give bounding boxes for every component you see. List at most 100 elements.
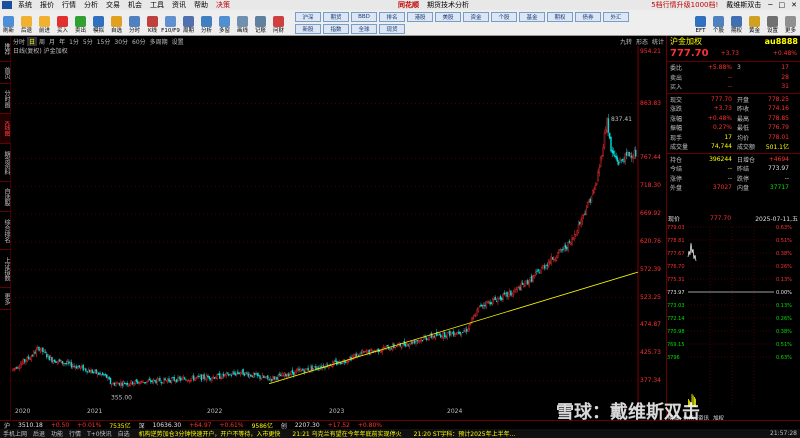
grid-hk[interactable]: 港股 — [407, 12, 433, 22]
settings-button[interactable]: 设置 — [764, 11, 781, 35]
journal-button[interactable]: 记账 — [252, 11, 269, 35]
bottom-watchlist[interactable]: 自选 — [115, 429, 133, 438]
ask-button[interactable]: 问财 — [270, 11, 287, 35]
period-30min[interactable]: 30分 — [112, 37, 130, 46]
trend-line[interactable] — [268, 271, 639, 385]
mini-timeshare-chart[interactable]: 779.03 0.63% 778.81 0.51% 777.67 0.38% 776.70 0… — [666, 223, 800, 411]
status-item: 3510.18 — [18, 421, 43, 429]
period-settings[interactable]: 设置 — [170, 37, 186, 46]
maximize-icon[interactable]: □ — [776, 1, 789, 9]
gold-button[interactable]: 黄金 — [746, 11, 763, 35]
mini-right-tick: 0.26% — [776, 264, 792, 270]
bottom-flash[interactable]: T+0快讯 — [84, 429, 115, 438]
menu-opportunity[interactable]: 机会 — [124, 0, 146, 10]
period-year[interactable]: 年 — [57, 37, 67, 46]
grid-ipo[interactable]: 新股 — [295, 24, 321, 34]
menu-tools[interactable]: 工具 — [146, 0, 168, 10]
promo-user[interactable]: 戴维斯双击 — [722, 0, 765, 10]
news-ticker-1[interactable]: 机构逆势加仓3分钟快速开户，开户不等待，入市更快 — [133, 429, 287, 438]
grid-bonds[interactable]: 债券 — [575, 12, 601, 22]
watchlist-button[interactable]: 自选 — [108, 11, 125, 35]
grid-us[interactable]: 美股 — [435, 12, 461, 22]
sidebar-tab-timeshare[interactable]: 分时图 — [0, 84, 11, 114]
forward-button[interactable]: 前进 — [36, 11, 53, 35]
news-ticker-3[interactable]: 21:20 ST宇科：预计2025年上半年... — [408, 429, 522, 438]
menu-analysis[interactable]: 分析 — [80, 0, 102, 10]
more-button[interactable]: 更多 — [782, 11, 799, 35]
candle-body — [74, 366, 77, 368]
nine-turn-button[interactable]: 九转 — [618, 37, 634, 46]
kline-chart[interactable]: 837.41 355.00 — [11, 46, 666, 408]
menu-decision[interactable]: 决策 — [212, 0, 234, 10]
stats-button[interactable]: 统计 — [650, 37, 666, 46]
f10-button[interactable]: F10/F9 — [161, 11, 180, 35]
grid-rank[interactable]: 排名 — [379, 12, 405, 22]
menu-system[interactable]: 系统 — [14, 0, 36, 10]
grid-forex[interactable]: 外汇 — [603, 12, 629, 22]
sidebar-tab-recommend[interactable]: 推荐 — [0, 36, 11, 62]
menu-quote[interactable]: 报价 — [36, 0, 58, 10]
kline-button[interactable]: K线 — [144, 11, 161, 35]
etf-button[interactable]: EFT — [692, 11, 709, 35]
sidebar-tab-ranking[interactable]: 综合排名 — [0, 212, 11, 250]
period-week[interactable]: 周 — [37, 37, 47, 46]
contract-code: au8888 — [764, 37, 798, 46]
period-1min[interactable]: 1分 — [67, 37, 81, 46]
refresh-button[interactable]: 刷新 — [0, 11, 17, 35]
bottom-quote[interactable]: 行情 — [66, 429, 84, 438]
promo-link[interactable]: 5档行情升级1000档! — [647, 0, 722, 10]
close-icon[interactable]: ✕ — [788, 1, 800, 9]
menu-market[interactable]: 行情 — [58, 0, 80, 10]
grid-sh-sz[interactable]: 沪深 — [295, 12, 321, 22]
period-multi[interactable]: 多周期 — [148, 37, 170, 46]
sidebar-tab-home[interactable]: 首页 — [0, 62, 11, 84]
simulate-button[interactable]: 模拟 — [90, 11, 107, 35]
pattern-button[interactable]: 形态 — [634, 37, 650, 46]
option-button[interactable]: 期权 — [728, 11, 745, 35]
menu-help[interactable]: 帮助 — [190, 0, 212, 10]
period-button[interactable]: 周期 — [180, 11, 197, 35]
candle-body — [143, 382, 146, 384]
period-timeshare[interactable]: 分时 — [11, 37, 27, 46]
option-icon — [731, 16, 742, 27]
sidebar-tab-watchlist[interactable]: 自选股 — [0, 182, 11, 212]
period-day[interactable]: 日 — [27, 36, 38, 46]
bottom-function[interactable]: 功能 — [48, 429, 66, 438]
grid-funds[interactable]: 资金 — [463, 12, 489, 22]
period-60min[interactable]: 60分 — [130, 37, 148, 46]
grid-fund[interactable]: 基金 — [519, 12, 545, 22]
period-15min[interactable]: 15分 — [95, 37, 113, 46]
timeshare-button[interactable]: 分时 — [126, 11, 143, 35]
grid-index[interactable]: 指数 — [323, 24, 349, 34]
sidebar-tab-futures-info[interactable]: 期货资料 — [0, 144, 11, 182]
candle-body — [99, 373, 101, 375]
sidebar-tab-more[interactable]: 更多 — [0, 288, 11, 310]
candle-body — [272, 376, 274, 380]
period-5min[interactable]: 5分 — [81, 37, 95, 46]
candle-body — [187, 380, 190, 382]
grid-global[interactable]: 全球 — [351, 24, 377, 34]
bottom-back[interactable]: 后退 — [30, 429, 48, 438]
minimize-icon[interactable]: ─ — [765, 1, 775, 9]
buy-button[interactable]: 买入 — [54, 11, 71, 35]
grid-futures[interactable]: 期货 — [323, 12, 349, 22]
sidebar-tab-kline[interactable]: K线图 — [0, 114, 11, 144]
grid-bbd[interactable]: BBD — [351, 12, 377, 22]
bottom-mobile[interactable]: 手机上网 — [0, 429, 30, 438]
multiwindow-button[interactable]: 多窗 — [216, 11, 233, 35]
sell-button[interactable]: 卖出 — [72, 11, 89, 35]
sidebar-tab-sh-index[interactable]: 上证指数 — [0, 250, 11, 288]
draw-button[interactable]: 画线 — [234, 11, 251, 35]
news-ticker-2[interactable]: 21:21 乌克兰有望在今年年底前实现停火 — [286, 429, 407, 438]
period-month[interactable]: 月 — [47, 37, 57, 46]
menu-trade[interactable]: 交易 — [102, 0, 124, 10]
grid-stock[interactable]: 个股 — [491, 12, 517, 22]
quote-row: 涨跌 +3.73 昨收 774.16 — [667, 104, 800, 114]
candle-body — [229, 373, 231, 375]
back-button[interactable]: 后退 — [18, 11, 35, 35]
menu-news[interactable]: 资讯 — [168, 0, 190, 10]
grid-options[interactable]: 期权 — [547, 12, 573, 22]
grid-spot[interactable]: 现货 — [379, 24, 405, 34]
analysis-button[interactable]: 分析 — [198, 11, 215, 35]
stock-button[interactable]: 个股 — [710, 11, 727, 35]
